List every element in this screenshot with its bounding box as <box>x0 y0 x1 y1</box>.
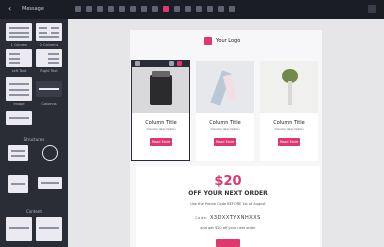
column-title: Column Title <box>273 120 305 126</box>
promo-block: $20 OFF YOUR NEXT ORDER Use the Promo Co… <box>136 166 320 247</box>
toolbar-title: Message <box>22 6 44 12</box>
promo-line-3: and get $20 off your next order <box>200 226 256 230</box>
button-icon[interactable] <box>174 6 180 12</box>
promo-line-1: Use the Promo Code BEFORE 1st of August <box>190 202 266 206</box>
logo-text: Your Logo <box>216 38 241 44</box>
back-arrow-icon[interactable]: ‹ <box>8 5 16 13</box>
section-label-content: Content <box>26 209 42 214</box>
column-image <box>196 61 254 113</box>
logo-icon <box>204 37 212 45</box>
settings-icon[interactable] <box>141 6 147 12</box>
block-columns[interactable] <box>36 81 62 97</box>
block-one-column[interactable] <box>6 23 32 41</box>
desktop-icon[interactable] <box>97 6 103 12</box>
block-label: 2 Columns <box>39 43 59 47</box>
block-divider[interactable] <box>6 111 32 125</box>
block-label: Left Text <box>11 69 27 73</box>
block-right-text[interactable] <box>36 49 62 67</box>
read-more-button[interactable]: Read More <box>214 138 236 146</box>
promo-amount: $20 <box>214 174 242 189</box>
block-social[interactable] <box>8 175 28 193</box>
column-card[interactable]: Column Title Column description Read Mor… <box>260 61 318 161</box>
block-button[interactable] <box>42 145 58 161</box>
save-icon[interactable] <box>229 6 235 12</box>
block-label: Image <box>13 102 25 106</box>
undo-icon[interactable] <box>75 6 81 12</box>
column-card[interactable]: Column Title Column description Read Mor… <box>196 61 254 161</box>
mobile-icon[interactable] <box>108 6 114 12</box>
promo-code-row: Code: X3DXXTYXNHXXS <box>136 215 320 221</box>
video-icon[interactable] <box>218 6 224 12</box>
delete-icon[interactable] <box>177 61 182 66</box>
block-two-columns[interactable] <box>36 23 62 41</box>
block-video[interactable] <box>36 217 62 241</box>
spacer-icon[interactable] <box>196 6 202 12</box>
selection-frame <box>131 60 190 161</box>
block-image[interactable] <box>6 77 32 101</box>
read-more-button[interactable]: Read More <box>278 138 300 146</box>
selection-toolbar <box>131 60 190 67</box>
block-left-text[interactable] <box>6 49 32 67</box>
section-label-structures: Structures <box>23 137 45 142</box>
block-label: 1 Column <box>10 43 28 47</box>
email-builder-app: ‹ Message 1 Column 2 Columns Left Text R… <box>0 0 384 247</box>
preview-icon[interactable] <box>119 6 125 12</box>
image-icon[interactable] <box>163 6 169 12</box>
sidebar: 1 Column 2 Columns Left Text Right Text … <box>0 19 68 247</box>
move-icon[interactable] <box>135 61 140 66</box>
top-toolbar: ‹ Message <box>0 0 384 19</box>
divider-icon[interactable] <box>185 6 191 12</box>
redo-icon[interactable] <box>86 6 92 12</box>
promo-headline: OFF YOUR NEXT ORDER <box>188 190 268 197</box>
column-image <box>260 61 318 113</box>
column-title: Column Title <box>209 120 241 126</box>
block-text[interactable] <box>8 145 28 161</box>
block-html[interactable] <box>6 217 32 241</box>
menu-icon[interactable] <box>368 5 376 13</box>
promo-code-label: Code: <box>195 216 208 220</box>
block-label: Columns <box>41 102 57 106</box>
duplicate-icon[interactable] <box>169 61 174 66</box>
code-icon[interactable] <box>130 6 136 12</box>
column-desc: Column description <box>274 127 304 131</box>
promo-code: X3DXXTYXNHXXS <box>209 215 261 221</box>
social-icon[interactable] <box>207 6 213 12</box>
toolbar-icon-group <box>75 5 235 13</box>
column-desc: Column description <box>210 127 240 131</box>
text-icon[interactable] <box>152 6 158 12</box>
block-label: Right Text <box>40 69 58 73</box>
promo-button[interactable] <box>216 239 240 247</box>
block-spacer[interactable] <box>38 177 62 189</box>
